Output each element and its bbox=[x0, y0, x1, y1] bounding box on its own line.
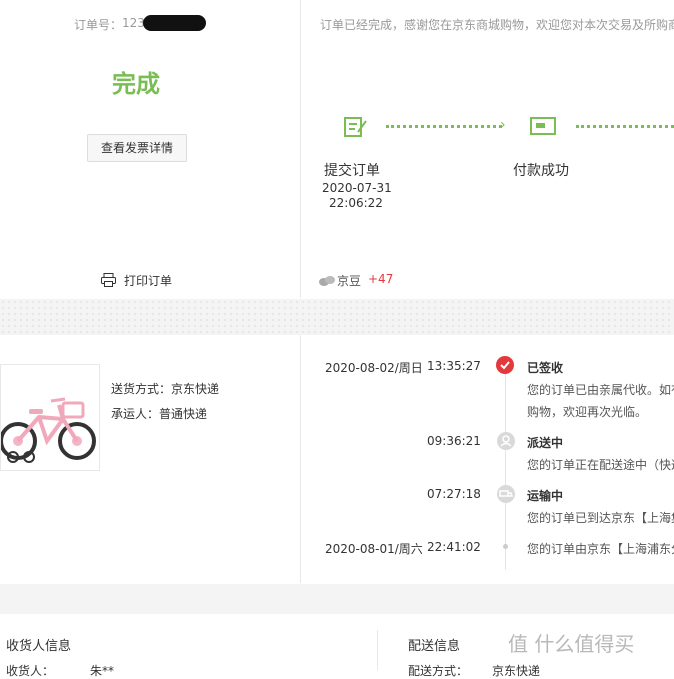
step-paid-label: 付款成功 bbox=[513, 163, 569, 179]
courier-icon bbox=[497, 432, 515, 450]
print-order-label: 打印订单 bbox=[124, 274, 173, 288]
event-time: 22:41:02 bbox=[427, 540, 481, 554]
event-date: 2020-08-01/周六 bbox=[325, 542, 423, 556]
product-image[interactable] bbox=[0, 364, 100, 471]
receiver-title: 收货人信息 bbox=[6, 639, 72, 654]
step-submit-date: 2020-07-31 bbox=[322, 181, 392, 195]
timeline-line bbox=[505, 370, 506, 570]
delivery-method: 送货方式：京东快递 bbox=[111, 382, 220, 396]
jingdou-value: +47 bbox=[368, 272, 394, 286]
delivery-row-value: 京东快递 bbox=[492, 664, 541, 678]
receiver-row-value: 朱** bbox=[90, 664, 115, 678]
jingdou-label: 京豆 bbox=[337, 274, 362, 288]
event-desc: 您的订单已由亲属代收。如有疑问您可以联系配送员 bbox=[527, 383, 674, 397]
event-time: 07:27:18 bbox=[427, 487, 481, 501]
event-status: 派送中 bbox=[527, 436, 564, 450]
bicycle-image bbox=[0, 397, 96, 463]
order-status: 完成 bbox=[112, 70, 160, 98]
section-separator bbox=[0, 584, 674, 614]
receiver-row-label: 收货人： bbox=[6, 664, 55, 678]
step-submit-time: 22:06:22 bbox=[329, 196, 383, 210]
redaction-mark bbox=[143, 15, 206, 31]
order-document-icon bbox=[344, 116, 368, 138]
section-separator bbox=[0, 299, 674, 335]
event-date: 2020-08-02/周日 bbox=[325, 361, 423, 375]
progress-connector bbox=[386, 125, 502, 128]
printer-icon bbox=[101, 273, 116, 287]
event-desc: 您的订单正在配送途中（快递员：xxx，电话：xxx） bbox=[527, 458, 674, 472]
progress-connector bbox=[576, 125, 674, 128]
event-desc: 您的订单由京东【上海浦东分拣中心】发出 bbox=[527, 542, 674, 556]
order-notice: 订单已经完成，感谢您在京东商城购物，欢迎您对本次交易及所购商品进行评价。 bbox=[320, 18, 674, 32]
event-desc: 购物，欢迎再次光临。 bbox=[527, 405, 648, 419]
step-submit-label: 提交订单 bbox=[324, 163, 380, 179]
delivery-row-label: 配送方式： bbox=[408, 664, 469, 678]
payment-card-icon bbox=[530, 117, 556, 135]
event-status: 运输中 bbox=[527, 489, 564, 503]
arrow-right-icon: › bbox=[500, 117, 506, 133]
timeline-dot bbox=[503, 544, 508, 549]
delivery-title: 配送信息 bbox=[408, 639, 461, 654]
truck-icon bbox=[497, 485, 515, 503]
divider bbox=[377, 630, 378, 670]
invoice-details-button[interactable]: 查看发票详情 bbox=[87, 134, 187, 162]
divider bbox=[300, 0, 301, 298]
order-number-label: 订单号： bbox=[74, 18, 123, 32]
divider bbox=[300, 335, 301, 583]
event-time: 13:35:27 bbox=[427, 359, 481, 373]
carrier: 承运人：普通快递 bbox=[111, 407, 208, 421]
event-desc: 您的订单已到达京东【上海集货站】 bbox=[527, 511, 674, 525]
order-number-value: 123 bbox=[122, 16, 145, 30]
event-status: 已签收 bbox=[527, 361, 564, 375]
check-icon bbox=[496, 356, 514, 374]
watermark: 值 什么值得买 bbox=[508, 632, 635, 656]
bean-icon bbox=[319, 275, 335, 287]
event-time: 09:36:21 bbox=[427, 434, 481, 448]
